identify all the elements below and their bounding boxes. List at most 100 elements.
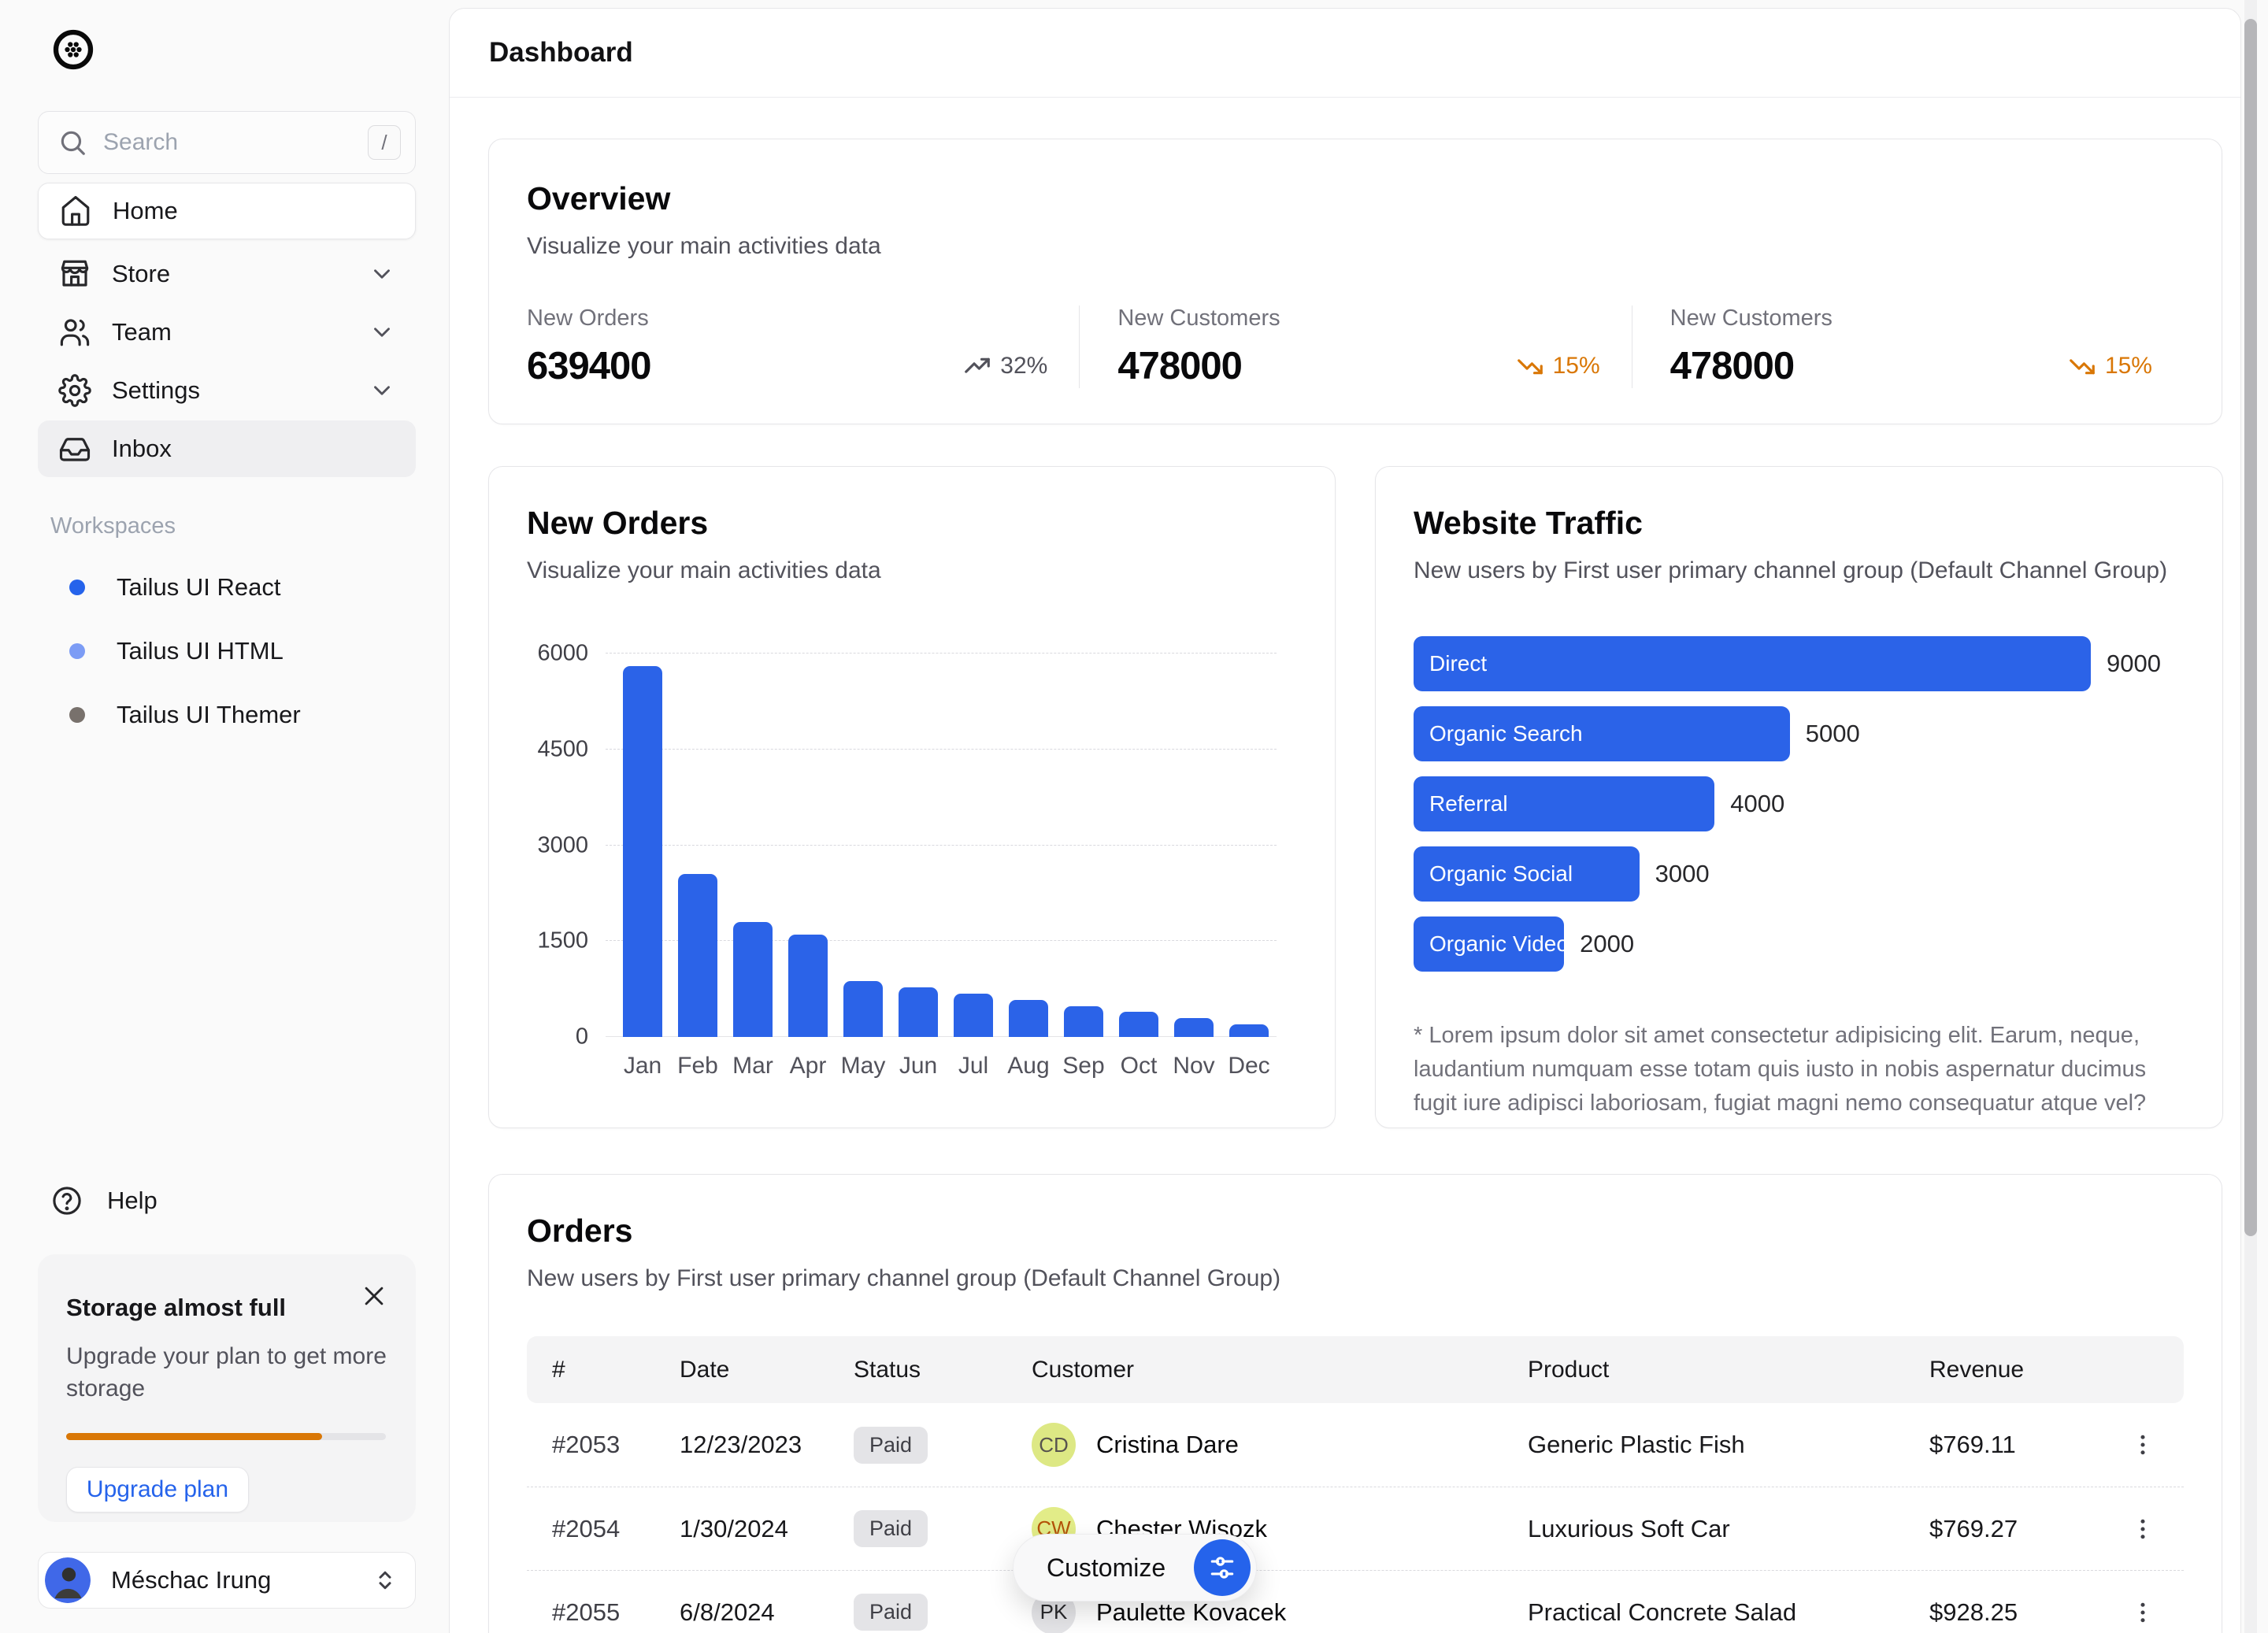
workspace-dot-icon bbox=[69, 580, 85, 595]
y-axis-tick: 0 bbox=[527, 1024, 588, 1050]
stat-new-customers-2: New Customers 478000 15% bbox=[1632, 305, 2184, 388]
stat-value: 478000 bbox=[1670, 344, 1795, 388]
traffic-bar-value: 3000 bbox=[1655, 860, 1710, 888]
traffic-footnote: * Lorem ipsum dolor sit amet consectetur… bbox=[1414, 1019, 2174, 1120]
traffic-row-organic-social: Organic Social 3000 bbox=[1414, 846, 2185, 902]
traffic-bar: Organic Social bbox=[1414, 846, 1640, 902]
orders-subtitle: New users by First user primary channel … bbox=[527, 1265, 2184, 1292]
storage-alert-card: Storage almost full Upgrade your plan to… bbox=[38, 1254, 416, 1522]
chevrons-up-down-icon bbox=[371, 1566, 399, 1594]
x-axis-tick: Oct bbox=[1111, 1053, 1166, 1079]
workspace-item-tailus-ui-html[interactable]: Tailus UI HTML bbox=[50, 632, 397, 670]
bar-nov bbox=[1174, 1018, 1214, 1037]
customer-name: Cristina Dare bbox=[1096, 1431, 1239, 1459]
gear-icon bbox=[58, 374, 91, 407]
search-placeholder: Search bbox=[103, 129, 368, 156]
x-axis-tick: May bbox=[836, 1053, 891, 1079]
sidebar-item-inbox[interactable]: Inbox bbox=[38, 420, 416, 477]
order-status-cell: Paid bbox=[854, 1427, 1032, 1464]
overview-title: Overview bbox=[527, 180, 2184, 217]
website-traffic-title: Website Traffic bbox=[1414, 505, 2185, 542]
traffic-bar-value: 9000 bbox=[2107, 650, 2161, 678]
traffic-bar: Direct bbox=[1414, 636, 2091, 691]
traffic-bar-value: 2000 bbox=[1580, 930, 1634, 958]
traffic-row-organic-search: Organic Search5000 bbox=[1414, 706, 2185, 761]
customize-sliders-icon[interactable] bbox=[1194, 1539, 1251, 1596]
orders-table-body: #205312/23/2023PaidCDCristina DareGeneri… bbox=[527, 1403, 2184, 1633]
workspace-item-tailus-ui-themer[interactable]: Tailus UI Themer bbox=[50, 696, 397, 734]
orders-title: Orders bbox=[527, 1213, 2184, 1250]
workspace-item-tailus-ui-react[interactable]: Tailus UI React bbox=[50, 568, 397, 606]
sidebar-item-help[interactable]: Help bbox=[50, 1179, 287, 1222]
traffic-row-referral: Referral4000 bbox=[1414, 776, 2185, 831]
stat-new-customers-1: New Customers 478000 15% bbox=[1079, 305, 1631, 388]
x-axis-tick: Mar bbox=[725, 1053, 780, 1079]
order-status-cell: Paid bbox=[854, 1594, 1032, 1631]
dashboard-page: { "app": { "page_title": "Dashboard" }, … bbox=[0, 0, 2268, 1633]
new-orders-chart-card: New Orders Visualize your main activitie… bbox=[488, 466, 1336, 1128]
main-panel: Dashboard Overview Visualize your main a… bbox=[449, 8, 2241, 1633]
y-axis-tick: 3000 bbox=[527, 832, 588, 858]
upgrade-plan-button[interactable]: Upgrade plan bbox=[66, 1467, 249, 1513]
order-date: 6/8/2024 bbox=[680, 1598, 854, 1627]
x-axis-tick: Jun bbox=[891, 1053, 946, 1079]
trend-down-indicator: 15% bbox=[1515, 351, 1600, 381]
col-date: Date bbox=[680, 1357, 854, 1383]
table-row: #20541/30/2024PaidCWChester WisozkLuxuri… bbox=[527, 1487, 2184, 1570]
bar-jan bbox=[623, 666, 662, 1037]
overview-card: Overview Visualize your main activities … bbox=[488, 139, 2222, 424]
x-axis-tick: Dec bbox=[1221, 1053, 1277, 1079]
gridline bbox=[606, 749, 1277, 750]
row-actions-kebab-icon[interactable] bbox=[2121, 1590, 2165, 1633]
search-shortcut-key: / bbox=[368, 125, 401, 160]
user-name: Méschac Irung bbox=[111, 1566, 371, 1594]
sidebar: Search / Home Store Team Settings bbox=[0, 0, 449, 1633]
bar-sep bbox=[1064, 1006, 1103, 1037]
customize-label: Customize bbox=[1047, 1553, 1194, 1583]
bar-apr bbox=[788, 935, 828, 1037]
bar-aug bbox=[1009, 1000, 1048, 1037]
row-actions-kebab-icon[interactable] bbox=[2121, 1507, 2165, 1551]
x-axis-tick: Aug bbox=[1001, 1053, 1056, 1079]
row-actions-kebab-icon[interactable] bbox=[2121, 1423, 2165, 1467]
app-logo-icon[interactable] bbox=[50, 27, 96, 72]
search-icon bbox=[57, 128, 87, 157]
sidebar-item-team[interactable]: Team bbox=[38, 304, 416, 361]
storage-progress-fill bbox=[66, 1433, 322, 1440]
close-icon[interactable] bbox=[361, 1283, 387, 1309]
y-axis-tick: 4500 bbox=[527, 736, 588, 762]
order-product: Practical Concrete Salad bbox=[1528, 1598, 1929, 1627]
sidebar-item-home[interactable]: Home bbox=[38, 183, 416, 239]
trend-down-indicator: 15% bbox=[2067, 351, 2152, 381]
bar-mar bbox=[733, 922, 773, 1037]
traffic-bar-label: Organic Video bbox=[1414, 931, 1569, 957]
traffic-bar: Organic Search bbox=[1414, 706, 1790, 761]
order-revenue: $769.11 bbox=[1929, 1431, 2102, 1459]
sidebar-item-label: Team bbox=[112, 318, 369, 346]
sidebar-item-store[interactable]: Store bbox=[38, 246, 416, 302]
new-orders-title: New Orders bbox=[527, 505, 1297, 542]
website-traffic-subtitle: New users by First user primary channel … bbox=[1414, 557, 2185, 584]
bar-jul bbox=[954, 994, 993, 1037]
x-axis-tick: Feb bbox=[670, 1053, 725, 1079]
overview-stats: New Orders 639400 32% New Customers 4780… bbox=[527, 305, 2184, 388]
customize-button[interactable]: Customize bbox=[1013, 1534, 1257, 1602]
workspaces-section-title: Workspaces bbox=[50, 513, 176, 539]
search-input[interactable]: Search / bbox=[38, 111, 416, 174]
account-switcher[interactable]: Méschac Irung bbox=[38, 1552, 416, 1609]
table-row: #20556/8/2024PaidPKPaulette KovacekPract… bbox=[527, 1570, 2184, 1633]
sidebar-item-label: Settings bbox=[112, 376, 369, 405]
storage-progress-bar bbox=[66, 1433, 386, 1440]
scrollbar-thumb[interactable] bbox=[2244, 19, 2257, 1236]
x-axis-tick: Jan bbox=[615, 1053, 670, 1079]
sidebar-item-settings[interactable]: Settings bbox=[38, 362, 416, 419]
website-traffic-card: Website Traffic New users by First user … bbox=[1375, 466, 2223, 1128]
col-revenue: Revenue bbox=[1929, 1357, 2102, 1383]
status-badge: Paid bbox=[854, 1510, 928, 1547]
order-id: #2054 bbox=[527, 1515, 680, 1543]
inbox-icon bbox=[58, 432, 91, 465]
stat-new-orders: New Orders 639400 32% bbox=[527, 305, 1079, 388]
col-id: # bbox=[527, 1357, 680, 1383]
traffic-bar-label: Referral bbox=[1414, 791, 1508, 816]
new-orders-subtitle: Visualize your main activities data bbox=[527, 557, 1297, 584]
